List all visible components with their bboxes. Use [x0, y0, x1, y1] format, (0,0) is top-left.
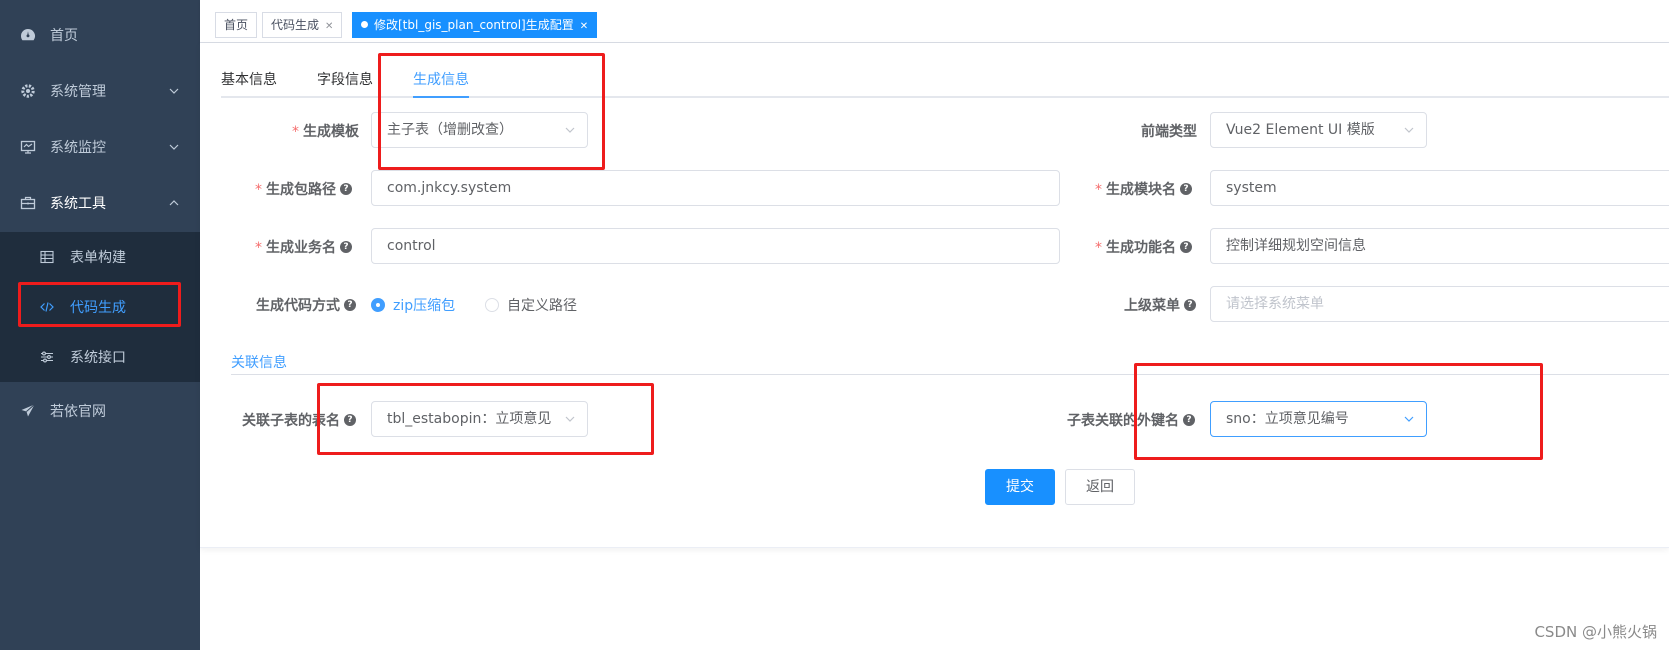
submit-button[interactable]: 提交 [985, 469, 1055, 505]
sidebar-item-label: 首页 [50, 28, 78, 44]
chevron-down-icon [169, 88, 179, 94]
tag-label: 首页 [224, 18, 249, 32]
chevron-up-icon [169, 200, 179, 206]
help-icon[interactable]: ? [1184, 299, 1196, 311]
parent-menu-placeholder: 请选择系统菜单 [1226, 296, 1324, 312]
business-name-input[interactable]: control [371, 228, 1060, 264]
tag-edit-gen-config[interactable]: 修改[tbl_gis_plan_control]生成配置 ✕ [352, 12, 598, 39]
send-icon [21, 404, 35, 417]
table-icon [40, 250, 54, 264]
highlight-box-sub-fk [1134, 363, 1543, 460]
sidebar-item-label: 表单构建 [70, 250, 126, 266]
chevron-down-icon [1404, 127, 1414, 133]
help-icon[interactable]: ? [340, 241, 352, 253]
help-icon[interactable]: ? [344, 299, 356, 311]
highlight-box-gen-tab [378, 53, 605, 170]
dashboard-icon [21, 29, 35, 41]
toolbox-icon [20, 196, 36, 210]
close-icon[interactable]: ✕ [580, 15, 588, 39]
business-name-label: * 生成业务名? [255, 237, 352, 257]
sidebar-item-home[interactable]: 首页 [0, 7, 200, 63]
sidebar-item-label: 若依官网 [50, 404, 106, 420]
app-root: 首页 系统管理 系统监控 系统工具 表单构建 代码生成 系统接口 若依官网 首页… [0, 0, 1669, 650]
frontend-type-select[interactable]: Vue2 Element UI 模版 [1210, 112, 1427, 148]
sidebar-item-label: 系统工具 [50, 196, 106, 212]
tag-label: 代码生成 [271, 18, 320, 32]
gen-type-custom-radio[interactable]: 自定义路径 [485, 295, 577, 315]
sliders-icon [41, 351, 53, 363]
help-icon[interactable]: ? [1180, 241, 1192, 253]
gear-icon [21, 84, 35, 98]
gen-type-zip-radio[interactable]: zip压缩包 [371, 295, 455, 315]
highlight-box-code-gen-menu [18, 282, 181, 327]
tab-field-info[interactable]: 字段信息 [317, 69, 373, 89]
package-name-input[interactable]: com.jnkcy.system [371, 170, 1060, 206]
package-name-label: * 生成包路径? [255, 179, 352, 199]
parent-menu-treeselect[interactable]: 请选择系统菜单 [1210, 286, 1669, 322]
tag-home[interactable]: 首页 [215, 12, 258, 38]
module-name-input[interactable]: system [1210, 170, 1669, 206]
sidebar-item-system-tools[interactable]: 系统工具 [0, 175, 200, 231]
help-icon[interactable]: ? [1180, 183, 1192, 195]
tag-label: 修改[tbl_gis_plan_control]生成配置 [374, 18, 574, 32]
tab-basic-info[interactable]: 基本信息 [221, 69, 277, 89]
tags-view: 首页 代码生成 ✕ 修改[tbl_gis_plan_control]生成配置 ✕ [200, 0, 1669, 43]
help-icon[interactable]: ? [340, 183, 352, 195]
sidebar-subitem-form-builder[interactable]: 表单构建 [0, 232, 200, 282]
parent-menu-label: 上级菜单? [1124, 295, 1196, 315]
relation-info-title: 关联信息 [231, 355, 287, 371]
sidebar-item-ruoyi-website[interactable]: 若依官网 [0, 383, 200, 439]
radio-unchecked-icon [485, 298, 499, 312]
module-name-label: * 生成模块名? [1095, 179, 1192, 199]
radio-checked-icon [371, 298, 385, 312]
watermark: CSDN @小熊火锅 [1534, 623, 1657, 641]
chevron-down-icon [169, 144, 179, 150]
sidebar-subitem-system-api[interactable]: 系统接口 [0, 332, 200, 382]
sidebar-item-label: 系统接口 [70, 350, 126, 366]
sidebar-item-label: 系统监控 [50, 140, 106, 156]
gen-type-label: 生成代码方式? [256, 295, 356, 315]
function-name-label: * 生成功能名? [1095, 237, 1192, 257]
tpl-category-label: * 生成模板 [292, 124, 359, 140]
close-icon[interactable]: ✕ [325, 15, 333, 39]
sidebar-item-system-monitor[interactable]: 系统监控 [0, 119, 200, 175]
highlight-box-sub-table [317, 383, 654, 455]
monitor-icon [20, 140, 36, 154]
frontend-type-label: 前端类型 [1141, 124, 1197, 140]
tag-code-generation[interactable]: 代码生成 ✕ [262, 12, 343, 39]
sidebar-item-label: 系统管理 [50, 84, 106, 100]
back-button[interactable]: 返回 [1065, 469, 1135, 505]
active-dot-icon [361, 21, 368, 28]
function-name-input[interactable]: 控制详细规划空间信息 [1210, 228, 1669, 264]
sidebar-item-system-management[interactable]: 系统管理 [0, 63, 200, 119]
frontend-type-value: Vue2 Element UI 模版 [1226, 122, 1375, 138]
